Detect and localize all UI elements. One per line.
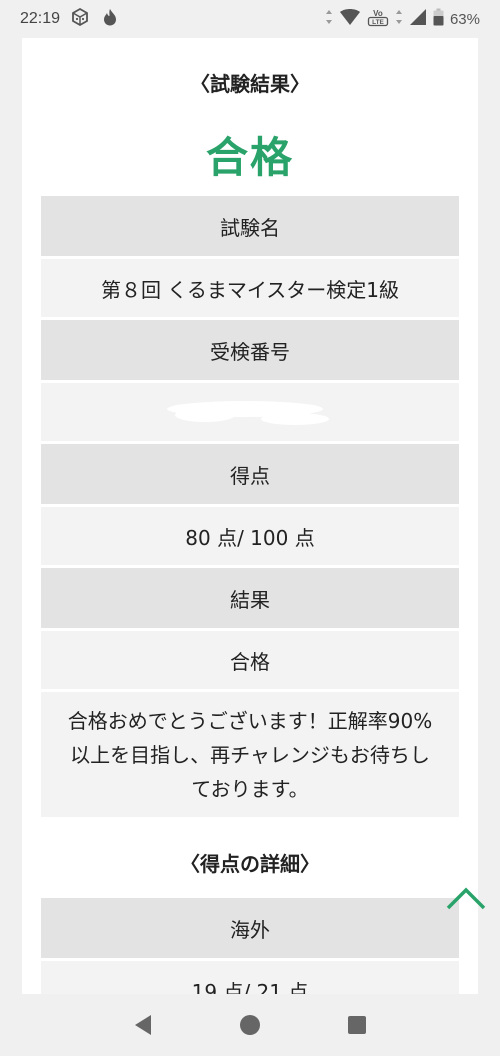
score-detail-heading: 〈得点の詳細〉	[180, 852, 320, 876]
score-detail-table: 海外 19 点/ 21 点	[41, 898, 459, 994]
congrats-message: 合格おめでとうございます！正解率90% 以上を目指し、再チャレンジもお待ちし て…	[41, 692, 459, 820]
recents-icon	[347, 1016, 366, 1034]
message-line: ております。	[191, 776, 309, 801]
cube-icon	[70, 7, 90, 32]
result-header: 結果	[41, 568, 459, 631]
navigation-bar	[0, 994, 500, 1056]
status-time: 22:19	[20, 10, 61, 27]
svg-text:LTE: LTE	[372, 19, 384, 26]
pass-title: 合格	[205, 133, 294, 182]
data-arrows-icon	[395, 9, 403, 30]
congrats-message-text: 合格おめでとうございます！正解率90% 以上を目指し、再チャレンジもお待ちし て…	[68, 704, 432, 806]
status-left: 22:19	[20, 7, 120, 32]
back-icon	[135, 1015, 152, 1035]
nav-back-button[interactable]	[123, 1005, 163, 1045]
signal-icon	[409, 8, 427, 31]
scroll-top-button[interactable]	[446, 884, 486, 912]
detail-category-score: 19 点/ 21 点	[41, 961, 459, 994]
nav-recents-button[interactable]	[337, 1005, 377, 1045]
status-bar: 22:19 Vo LTE 63%	[0, 0, 500, 38]
exam-number-header: 受検番号	[41, 320, 459, 383]
result-heading: 〈試験結果〉	[190, 72, 310, 96]
score-value: 80 点/ 100 点	[41, 507, 459, 568]
exam-name-header: 試験名	[41, 196, 459, 259]
home-icon	[239, 1015, 260, 1035]
score-header: 得点	[41, 444, 459, 507]
exam-number-value	[41, 383, 459, 444]
svg-text:Vo: Vo	[373, 9, 383, 18]
exam-name-value: 第８回 くるまマイスター検定1級	[41, 259, 459, 320]
volte-icon: Vo LTE	[367, 7, 389, 32]
result-page: 〈試験結果〉 合格 試験名 第８回 くるまマイスター検定1級 受検番号 得点 8…	[22, 38, 478, 994]
battery-percent: 63%	[449, 10, 480, 28]
battery-icon	[433, 8, 444, 31]
redaction-mark	[167, 401, 329, 425]
message-line: 合格おめでとうございます！正解率90%	[67, 708, 433, 733]
fire-icon	[100, 7, 120, 32]
status-right: Vo LTE 63%	[325, 7, 480, 32]
data-arrows-icon	[325, 9, 333, 30]
chevron-up-icon	[446, 887, 486, 910]
wifi-icon	[339, 8, 361, 31]
detail-category-header: 海外	[41, 898, 459, 961]
result-value: 合格	[41, 631, 459, 692]
message-line: 以上を目指し、再チャレンジもお待ちし	[70, 742, 430, 767]
nav-home-button[interactable]	[230, 1005, 270, 1045]
result-table: 試験名 第８回 くるまマイスター検定1級 受検番号 得点 80 点/ 100 点…	[41, 196, 459, 820]
